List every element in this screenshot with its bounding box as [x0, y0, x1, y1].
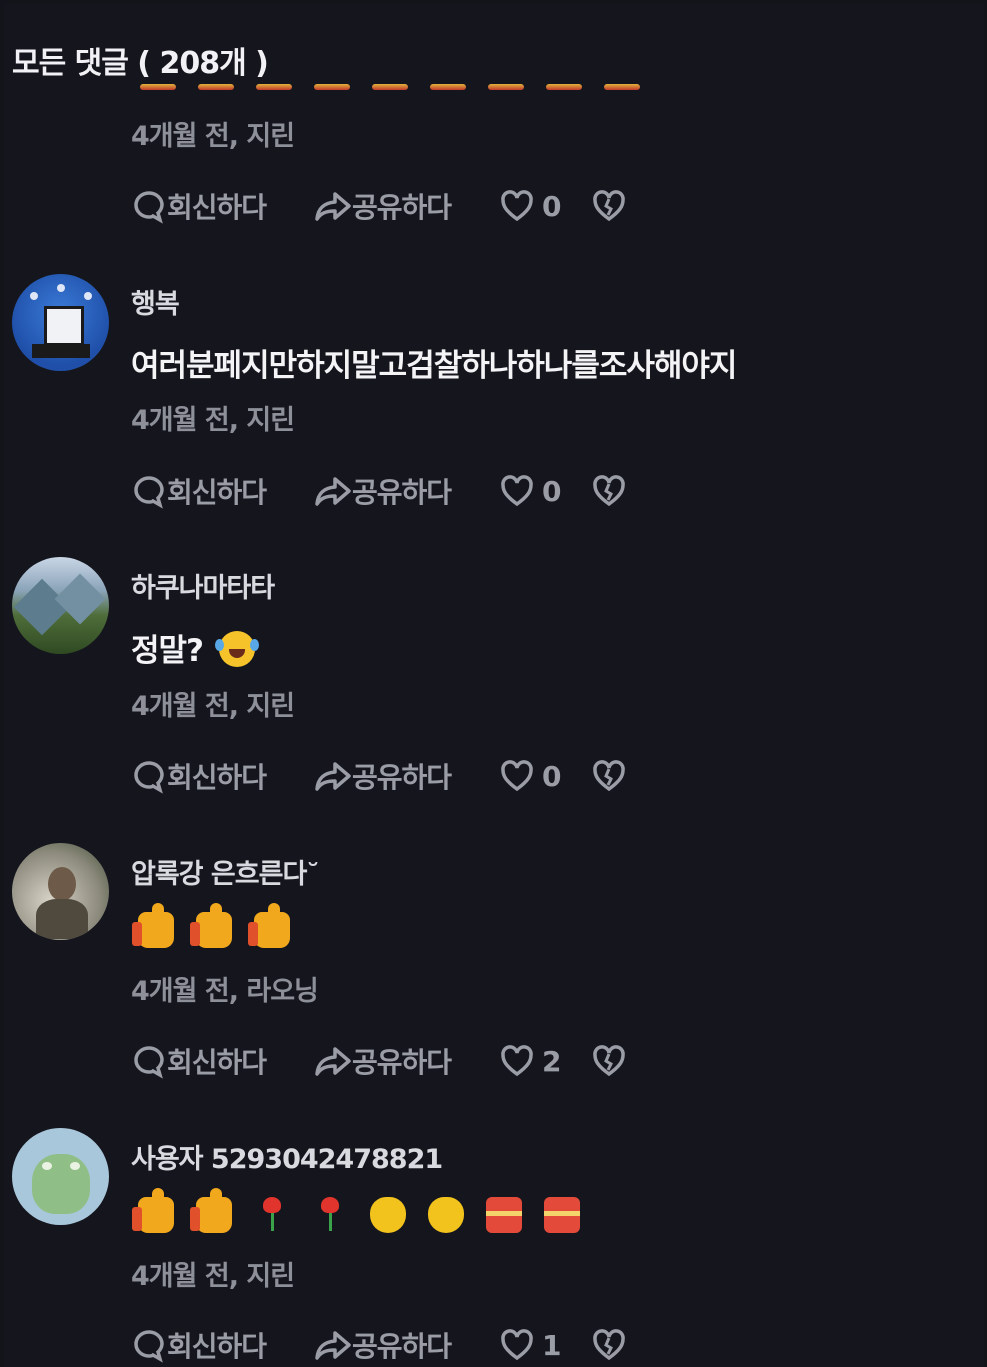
heart-icon: [501, 190, 533, 222]
reply-label: 회신하다: [167, 191, 267, 224]
heart-icon: [501, 1045, 533, 1077]
share-label: 공유하다: [352, 761, 452, 794]
gift-emoji-icon: [544, 1197, 580, 1233]
like-button[interactable]: 1: [500, 1329, 592, 1362]
comment-actions: 회신하다 공유하다 0: [131, 186, 626, 226]
reply-label: 회신하다: [167, 476, 267, 509]
share-icon: [315, 762, 351, 791]
avatar[interactable]: [12, 274, 109, 371]
broken-heart-icon: [593, 760, 625, 792]
comment-text: 여러분페지만하지말고검찰하나하나를조사해야지: [131, 348, 737, 384]
thumbs-up-emoji-icon: [190, 903, 232, 948]
share-icon: [315, 192, 351, 221]
comment-actions: 회신하다 공유하다 2: [131, 1041, 626, 1081]
share-button[interactable]: 공유하다: [314, 1041, 500, 1081]
like-button[interactable]: 0: [500, 475, 592, 508]
reply-icon: [134, 476, 164, 509]
comment-meta: 4개월 전, 지린: [131, 691, 295, 722]
comment-text: 정말?: [131, 625, 259, 670]
avatar[interactable]: [12, 1128, 109, 1225]
like-count: 0: [542, 474, 562, 508]
like-count: 2: [542, 1044, 562, 1078]
laughing-tears-emoji-icon: [214, 631, 259, 667]
broken-heart-icon: [593, 1329, 625, 1361]
avatar[interactable]: [12, 557, 109, 654]
clap-emoji-icon: [428, 1197, 464, 1233]
reply-button[interactable]: 회신하다: [131, 756, 314, 796]
like-button[interactable]: 2: [500, 1045, 592, 1078]
comment-actions: 회신하다 공유하다 0: [131, 756, 626, 796]
comment-actions: 회신하다 공유하다 0: [131, 471, 626, 511]
reply-button[interactable]: 회신하다: [131, 1325, 314, 1365]
reply-label: 회신하다: [167, 761, 267, 794]
reply-icon: [134, 1046, 164, 1079]
dislike-button[interactable]: [592, 760, 626, 792]
like-count: 0: [542, 759, 562, 793]
share-label: 공유하다: [352, 191, 452, 224]
thumbs-up-emoji-icon: [132, 1188, 174, 1233]
share-label: 공유하다: [352, 1046, 452, 1079]
broken-heart-icon: [593, 190, 625, 222]
share-button[interactable]: 공유하다: [314, 186, 500, 226]
share-icon: [315, 477, 351, 506]
clap-emoji-icon: [370, 1197, 406, 1233]
share-label: 공유하다: [352, 1330, 452, 1363]
like-button[interactable]: 0: [500, 760, 592, 793]
dislike-button[interactable]: [592, 1045, 626, 1077]
comment-username[interactable]: 사용자 5293042478821: [131, 1137, 443, 1176]
dislike-button[interactable]: [592, 190, 626, 222]
like-count: 0: [542, 189, 562, 223]
comment-emoji-row: [132, 903, 290, 948]
thumbs-up-emoji-icon: [132, 903, 174, 948]
gift-emoji-icon: [486, 1197, 522, 1233]
avatar[interactable]: [12, 843, 109, 940]
share-button[interactable]: 공유하다: [314, 471, 500, 511]
thumbs-up-emoji-icon: [248, 903, 290, 948]
like-count: 1: [542, 1328, 562, 1362]
comment-username[interactable]: 행복: [131, 282, 180, 321]
dislike-button[interactable]: [592, 1329, 626, 1361]
broken-heart-icon: [593, 1045, 625, 1077]
thumbs-up-emoji-icon: [190, 1188, 232, 1233]
comment-actions: 회신하다 공유하다 1: [131, 1325, 626, 1365]
share-button[interactable]: 공유하다: [314, 756, 500, 796]
reply-icon: [134, 1330, 164, 1363]
like-button[interactable]: 0: [500, 190, 592, 223]
comment-meta: 4개월 전, 지린: [131, 121, 295, 152]
heart-icon: [501, 1329, 533, 1361]
comment-meta: 4개월 전, 지린: [131, 405, 295, 436]
heart-icon: [501, 760, 533, 792]
comment-meta: 4개월 전, 라오닝: [131, 976, 319, 1007]
comment-text-content: 정말?: [131, 633, 204, 669]
comment-meta: 4개월 전, 지린: [131, 1261, 295, 1292]
heart-icon: [501, 475, 533, 507]
share-label: 공유하다: [352, 476, 452, 509]
comments-header: 모든 댓글 ( 208개 ): [12, 46, 269, 81]
share-icon: [315, 1331, 351, 1360]
reply-label: 회신하다: [167, 1046, 267, 1079]
reply-icon: [134, 761, 164, 794]
emoji-strip-partial: [140, 84, 640, 94]
rose-emoji-icon: [254, 1197, 290, 1233]
reply-button[interactable]: 회신하다: [131, 1041, 314, 1081]
comment-emoji-row: [132, 1188, 580, 1233]
reply-button[interactable]: 회신하다: [131, 471, 314, 511]
share-icon: [315, 1047, 351, 1076]
share-button[interactable]: 공유하다: [314, 1325, 500, 1365]
reply-label: 회신하다: [167, 1330, 267, 1363]
reply-icon: [134, 191, 164, 224]
dislike-button[interactable]: [592, 475, 626, 507]
comment-username[interactable]: 압록강 은흐른다˘: [131, 852, 320, 891]
broken-heart-icon: [593, 475, 625, 507]
rose-emoji-icon: [312, 1197, 348, 1233]
reply-button[interactable]: 회신하다: [131, 186, 314, 226]
comment-username[interactable]: 하쿠나마타타: [131, 566, 275, 605]
